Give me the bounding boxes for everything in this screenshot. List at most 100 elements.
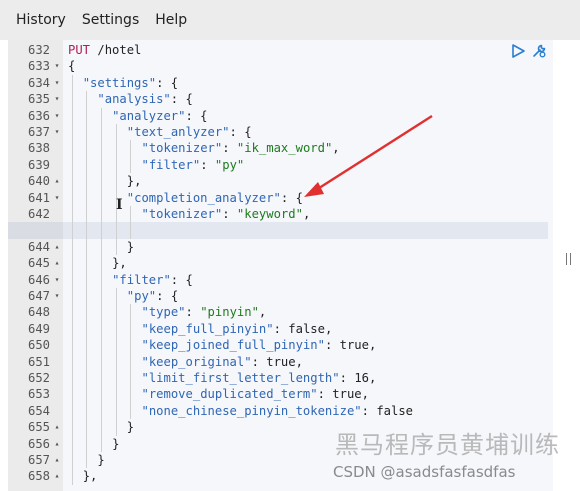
code-line[interactable]: 653 "remove_duplicated_term": true,: [0, 386, 553, 402]
code-text: "filter": {: [112, 272, 193, 287]
code-line[interactable]: 645 ▴},: [0, 255, 553, 271]
fold-close-icon[interactable]: ▴: [52, 468, 62, 484]
code-line[interactable]: 648 "type": "pinyin",: [0, 304, 553, 320]
code-text: },: [82, 469, 98, 484]
line-number: 655: [27, 420, 50, 435]
fold-close-icon[interactable]: ▴: [52, 452, 62, 468]
code-text: "keep_full_pinyin": false,: [141, 321, 333, 336]
menu-bar: History Settings Help: [0, 0, 580, 41]
line-number: 644: [27, 239, 50, 254]
fold-open-icon[interactable]: ▾: [52, 272, 62, 288]
code-line[interactable]: 651 "keep_original": true,: [0, 354, 553, 370]
code-text: "keep_original": true,: [141, 354, 303, 369]
code-line[interactable]: 639 "filter": "py": [0, 157, 553, 173]
play-triangle-icon[interactable]: [511, 44, 525, 58]
code-line[interactable]: 652 "limit_first_letter_length": 16,: [0, 370, 553, 386]
indent-guide: [130, 304, 131, 420]
line-number: 633: [27, 59, 50, 74]
code-editor[interactable]: 632 PUT /hotel 633 ▾{634 ▾ "settings": {635 ▾ "…: [0, 40, 580, 491]
line-number: 638: [27, 141, 50, 156]
csdn-watermark: CSDN @asadsfasfasdfas: [333, 463, 516, 481]
line-number: 646: [27, 272, 50, 287]
code-text: }: [112, 436, 120, 451]
active-line-highlight: [63, 222, 548, 239]
line-number: 656: [27, 436, 50, 451]
indent-guide: [101, 107, 102, 452]
fold-close-icon[interactable]: ▴: [52, 419, 62, 435]
code-line[interactable]: 646 ▾ "filter": {: [0, 272, 553, 288]
code-text: "analyzer": {: [112, 108, 208, 123]
text-cursor-icon: I: [116, 197, 123, 213]
code-text: "tokenizer": "keyword",: [141, 207, 311, 221]
code-line[interactable]: 634 ▾ "settings": {: [0, 75, 553, 91]
fold-open-icon[interactable]: ▾: [52, 190, 62, 206]
menu-help[interactable]: Help: [147, 12, 195, 28]
line-number: 635: [27, 92, 50, 107]
line-number: 641: [27, 190, 50, 205]
code-line[interactable]: 635 ▾ "analysis": {: [0, 91, 553, 107]
code-line[interactable]: 647 ▾ "py": {: [0, 288, 553, 304]
fold-close-icon[interactable]: ▴: [52, 436, 62, 452]
line-number: 636: [27, 108, 50, 123]
indent-guide: [116, 288, 117, 436]
code-text: "type": "pinyin",: [141, 305, 267, 320]
code-line[interactable]: 649 "keep_full_pinyin": false,: [0, 321, 553, 337]
line-number: 657: [27, 453, 50, 467]
code-text: "analysis": {: [97, 92, 193, 107]
code-text: "limit_first_letter_length": 16,: [141, 371, 377, 385]
code-text: "filter": "py": [141, 157, 245, 172]
fold-open-icon[interactable]: ▾: [52, 124, 62, 140]
fold-close-icon[interactable]: ▴: [52, 239, 62, 255]
line-number: 653: [27, 387, 50, 402]
code-line[interactable]: 637 ▾ "text_anlyzer": {: [0, 124, 553, 140]
menu-history[interactable]: History: [0, 12, 74, 28]
line-number: 632: [27, 43, 50, 57]
code-line[interactable]: 632 PUT /hotel: [0, 42, 553, 58]
active-line-gutter: [8, 222, 63, 239]
indent-guide: [116, 124, 117, 256]
fold-open-icon[interactable]: ▾: [52, 108, 62, 124]
line-number: 654: [27, 403, 50, 418]
line-number: 645: [27, 256, 50, 271]
scrollbar-handle[interactable]: [566, 253, 572, 265]
code-line[interactable]: 640 ▴},: [0, 173, 553, 189]
fold-open-icon[interactable]: ▾: [52, 288, 62, 304]
code-line[interactable]: 636 ▾ "analyzer": {: [0, 108, 553, 124]
code-text: {: [68, 59, 76, 74]
line-number: 652: [27, 371, 50, 385]
code-line[interactable]: 654 "none_chinese_pinyin_tokenize": false: [0, 403, 553, 419]
line-number: 649: [27, 321, 50, 336]
indent-guide: [86, 91, 87, 469]
fold-close-icon[interactable]: ▴: [52, 255, 62, 271]
indent-guide: [72, 74, 73, 485]
line-number: 642: [27, 207, 50, 221]
line-number: 658: [27, 469, 50, 484]
code-text: "settings": {: [82, 75, 179, 90]
code-text: "completion_analyzer": {: [126, 190, 303, 205]
code-text: PUT /hotel: [68, 43, 142, 57]
fold-close-icon[interactable]: ▴: [52, 173, 62, 189]
code-text: "keep_joined_full_pinyin": true,: [141, 338, 377, 353]
code-line[interactable]: 633 ▾ {: [0, 58, 553, 74]
fold-open-icon[interactable]: ▾: [52, 75, 62, 91]
fold-open-icon[interactable]: ▾: [52, 58, 62, 74]
fold-open-icon[interactable]: ▾: [52, 91, 62, 107]
code-line[interactable]: 644 ▴}: [0, 239, 553, 255]
code-line[interactable]: 650 "keep_joined_full_pinyin": true,: [0, 337, 553, 353]
code-text: }: [126, 239, 135, 254]
line-number: 640: [27, 174, 50, 189]
wrench-icon[interactable]: [531, 43, 547, 59]
line-number: 634: [27, 75, 50, 90]
line-number: 650: [27, 338, 50, 353]
line-number: 637: [27, 125, 50, 139]
code-line[interactable]: 638 "tokenizer": "ik_max_word",: [0, 140, 553, 156]
line-number: 647: [27, 289, 50, 303]
menu-settings[interactable]: Settings: [74, 12, 147, 28]
code-line[interactable]: 642 "tokenizer": "keyword",: [0, 206, 553, 222]
indent-guide: [130, 206, 131, 239]
code-text: },: [112, 256, 127, 271]
code-text: "remove_duplicated_term": true,: [141, 387, 369, 402]
code-line[interactable]: 641 ▾ "completion_analyzer": {: [0, 190, 553, 206]
code-text: "none_chinese_pinyin_tokenize": false: [141, 403, 414, 418]
line-number: 648: [27, 305, 50, 320]
